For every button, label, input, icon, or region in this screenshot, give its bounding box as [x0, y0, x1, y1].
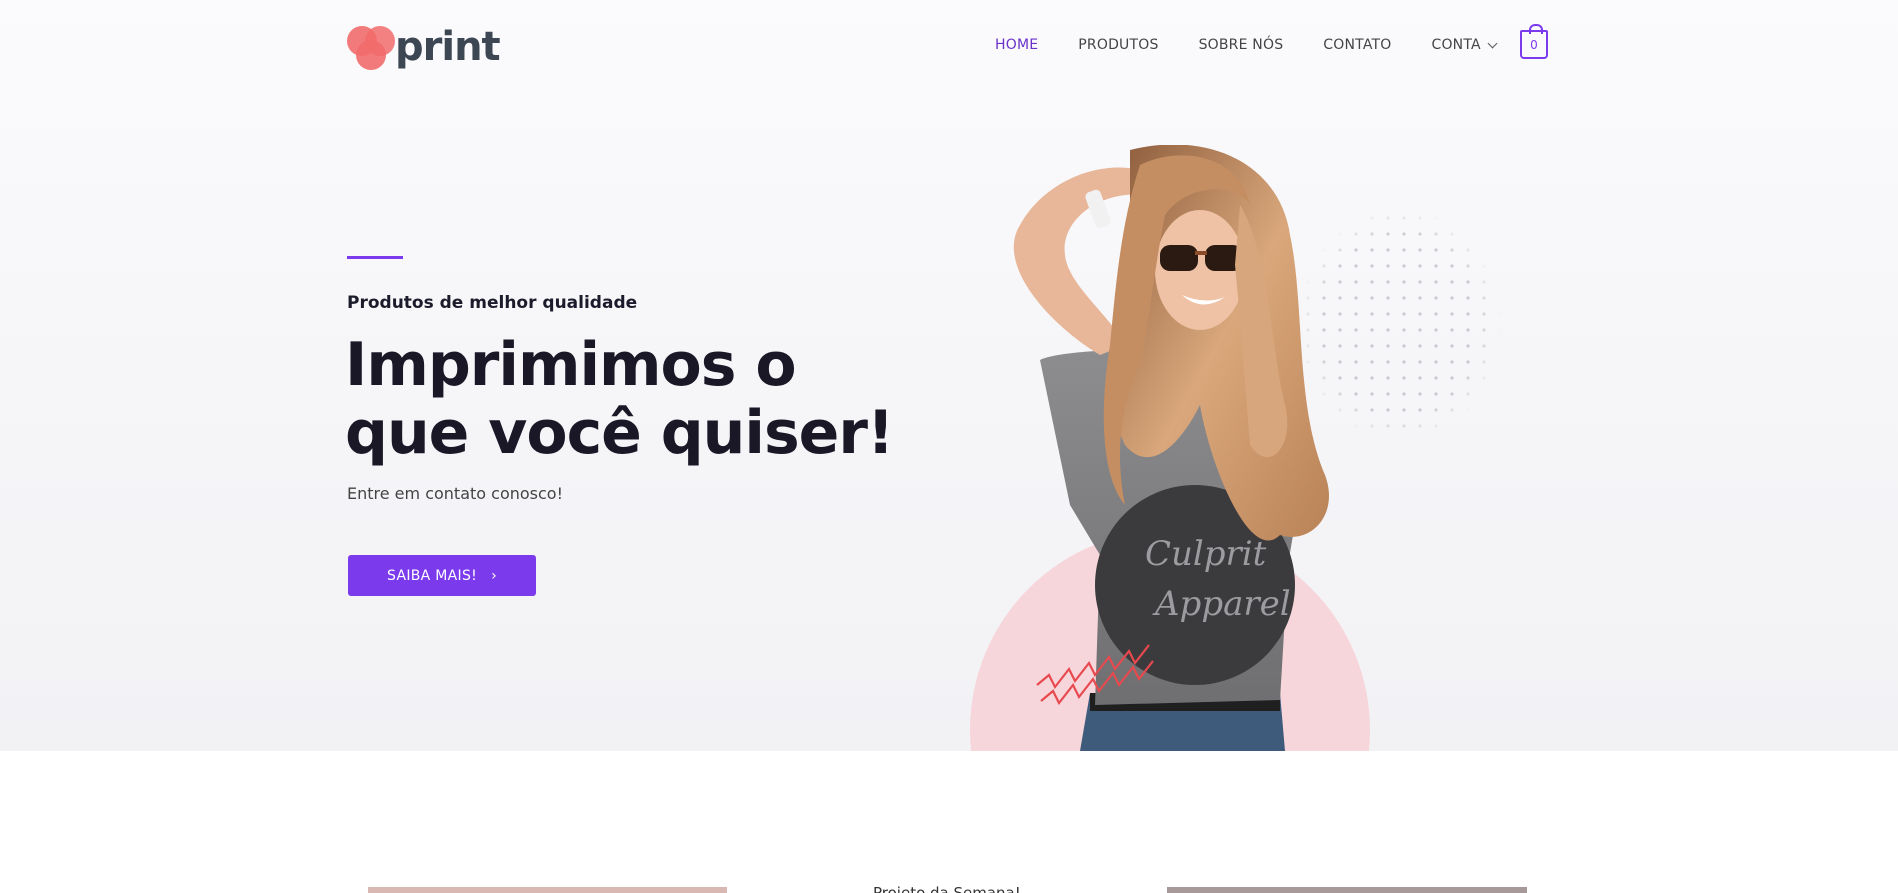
brand-name: print: [395, 24, 501, 70]
saiba-mais-button[interactable]: SAIBA MAIS! ›: [348, 555, 536, 596]
hero-subtitle: Produtos de melhor qualidade: [347, 293, 638, 313]
nav-item-conta[interactable]: CONTA: [1431, 37, 1498, 53]
project-image-right[interactable]: [1167, 887, 1527, 893]
project-section-title: Projeto da Semana!: [873, 884, 1021, 893]
nav-item-home[interactable]: HOME: [995, 37, 1038, 53]
main-navigation: HOME PRODUTOS SOBRE NÓS CONTATO CONTA: [995, 37, 1536, 53]
cta-label: SAIBA MAIS!: [387, 567, 478, 584]
nav-item-contato[interactable]: CONTATO: [1323, 37, 1391, 53]
nav-item-conta-label: CONTA: [1431, 37, 1481, 53]
logo-mark-icon: [347, 24, 395, 70]
hero-headline: Imprimimos o que você quiser!: [345, 331, 945, 467]
svg-text:Culprit: Culprit: [1145, 534, 1267, 574]
brand-logo[interactable]: print: [347, 24, 501, 70]
accent-divider: [347, 256, 403, 259]
hero-headline-line-1: Imprimimos o: [345, 330, 797, 400]
chevron-right-icon: ›: [491, 567, 497, 584]
nav-item-sobre-nos[interactable]: SOBRE NÓS: [1199, 37, 1284, 53]
hero-headline-line-2: que você quiser!: [345, 398, 894, 468]
hero-lead-text: Entre em contato conosco!: [347, 484, 563, 503]
chevron-down-icon: [1487, 38, 1498, 48]
hero-model-photo: Culprit Apparel: [1013, 145, 1329, 751]
project-image-left[interactable]: [368, 887, 727, 893]
cart-count: 0: [1530, 37, 1538, 52]
decorative-zigzag: [1036, 644, 1154, 705]
cart-button[interactable]: 0: [1520, 24, 1548, 59]
nav-item-produtos[interactable]: PRODUTOS: [1078, 37, 1158, 53]
svg-text:Apparel: Apparel: [1152, 584, 1291, 624]
hero-section: Culprit Apparel: [0, 0, 1898, 751]
